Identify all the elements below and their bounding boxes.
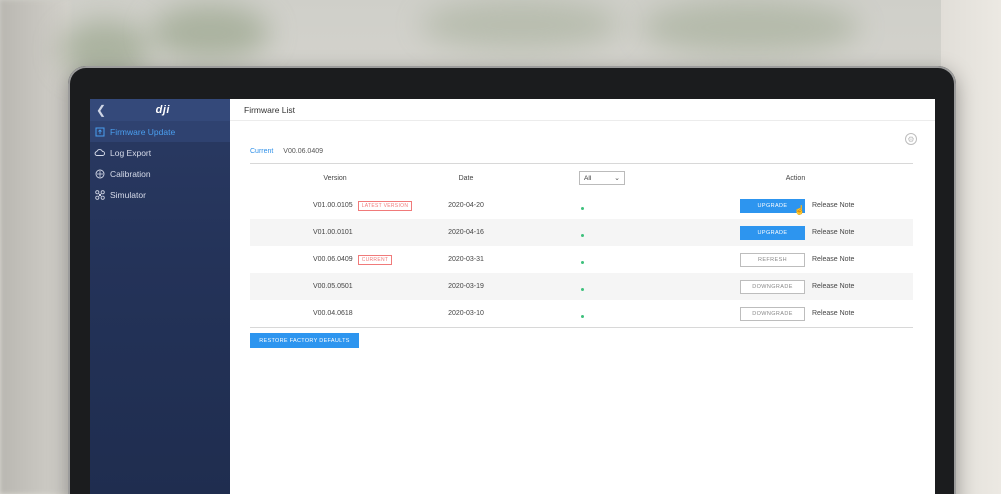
status-cell [516,282,648,291]
background-plant [420,0,620,50]
simulator-icon [94,189,105,200]
version-value: V00.05.0501 [313,283,353,290]
status-cell [516,201,648,210]
sidebar-item-label: Log Export [110,147,152,158]
hand-cursor-icon: ☝ [794,204,806,215]
firmware-icon [94,126,105,137]
version-cell: V00.05.0501 [250,283,416,290]
refresh-button[interactable]: REFRESH [740,252,805,267]
filter-select-value: All [584,174,592,182]
app-window: ❮ dji Firmware Update Log Export Calibra… [90,99,935,494]
latest-version-badge: LATEST VERSION [357,200,413,211]
status-dot-icon [580,288,584,291]
sidebar-item-label: Simulator [110,189,146,200]
status-dot-icon [580,207,584,210]
version-cell: V00.06.0409 CURRENT [250,254,416,265]
current-label: Current [250,148,274,155]
release-note-link[interactable]: Release Note [812,310,854,317]
upgrade-button[interactable]: UPGRADE [740,225,805,240]
table-row: V00.04.0618 2020-03-10 DOWNGRADE Release… [250,300,913,327]
version-value: V01.00.0105 [313,202,353,209]
status-dot-icon [580,234,584,237]
sidebar-item-simulator[interactable]: Simulator [90,184,230,205]
date-cell: 2020-04-20 [448,202,484,209]
sidebar: ❮ dji Firmware Update Log Export Calibra… [90,99,230,494]
column-header-date: Date [458,174,474,182]
sidebar-item-firmware-update[interactable]: Firmware Update [90,121,230,142]
calibration-icon [94,168,105,179]
sidebar-item-label: Calibration [110,168,151,179]
background-plant [150,5,270,60]
sidebar-item-log-export[interactable]: Log Export [90,142,230,163]
action-cell: REFRESH Release Note [648,252,913,267]
status-dot-icon [580,315,584,318]
release-note-link[interactable]: Release Note [812,229,854,236]
upgrade-button[interactable]: UPGRADE ☝ [740,198,806,215]
filter-select[interactable]: All ⌄ [579,171,625,185]
release-note-link[interactable]: Release Note [812,256,854,263]
status-cell [516,228,648,237]
status-cell [516,309,648,318]
table-header: Version Date All ⌄ Action [250,164,913,192]
downgrade-button[interactable]: DOWNGRADE [740,306,805,321]
current-badge: CURRENT [357,254,393,265]
current-version: Current V00.06.0409 [250,148,323,155]
table-row: V00.06.0409 CURRENT 2020-03-31 REFRESH R… [250,246,913,273]
version-value: V00.06.0409 [313,256,353,263]
sidebar-item-calibration[interactable]: Calibration [90,163,230,184]
action-cell: DOWNGRADE Release Note [648,279,913,294]
action-cell: DOWNGRADE Release Note [648,306,913,321]
cloud-icon [94,147,105,158]
main-panel: Firmware List ⚙ Current V00.06.0409 Vers… [230,99,935,494]
date-cell: 2020-03-19 [448,283,484,290]
version-cell: V01.00.0101 [250,229,416,236]
downgrade-button[interactable]: DOWNGRADE [740,279,805,294]
action-cell: UPGRADE ☝ Release Note [648,198,913,215]
sidebar-header: ❮ dji [90,99,230,121]
settings-icon[interactable]: ⚙ [905,133,917,145]
button-label: UPGRADE [757,202,788,209]
column-header-filter: All ⌄ [516,171,648,185]
sidebar-item-label: Firmware Update [110,126,176,137]
status-dot-icon [580,261,584,264]
release-note-link[interactable]: Release Note [812,202,854,209]
back-arrow-icon[interactable]: ❮ [96,103,106,117]
table-row: V01.00.0105 LATEST VERSION 2020-04-20 UP… [250,192,913,219]
version-cell: V01.00.0105 LATEST VERSION [250,200,416,211]
version-value: V01.00.0101 [313,229,353,236]
dji-logo: dji [155,104,170,116]
status-cell [516,255,648,264]
date-cell: 2020-03-10 [448,310,484,317]
background-plant [640,0,860,55]
version-value: V00.04.0618 [313,310,353,317]
current-version-value: V00.06.0409 [283,148,323,155]
release-note-link[interactable]: Release Note [812,283,854,290]
version-cell: V00.04.0618 [250,310,416,317]
column-header-version: Version [323,174,347,182]
chevron-down-icon: ⌄ [614,175,620,182]
table-row: V01.00.0101 2020-04-16 UPGRADE Release N… [250,219,913,246]
background-left [0,0,70,494]
date-cell: 2020-04-16 [448,229,484,236]
table-row: V00.05.0501 2020-03-19 DOWNGRADE Release… [250,273,913,300]
firmware-table: Version Date All ⌄ Action V01.00.0105 LA… [250,163,913,328]
page-title: Firmware List [230,99,935,121]
restore-factory-defaults-button[interactable]: RESTORE FACTORY DEFAULTS [250,333,359,348]
action-cell: UPGRADE Release Note [648,225,913,240]
column-header-action: Action [785,174,806,182]
date-cell: 2020-03-31 [448,256,484,263]
